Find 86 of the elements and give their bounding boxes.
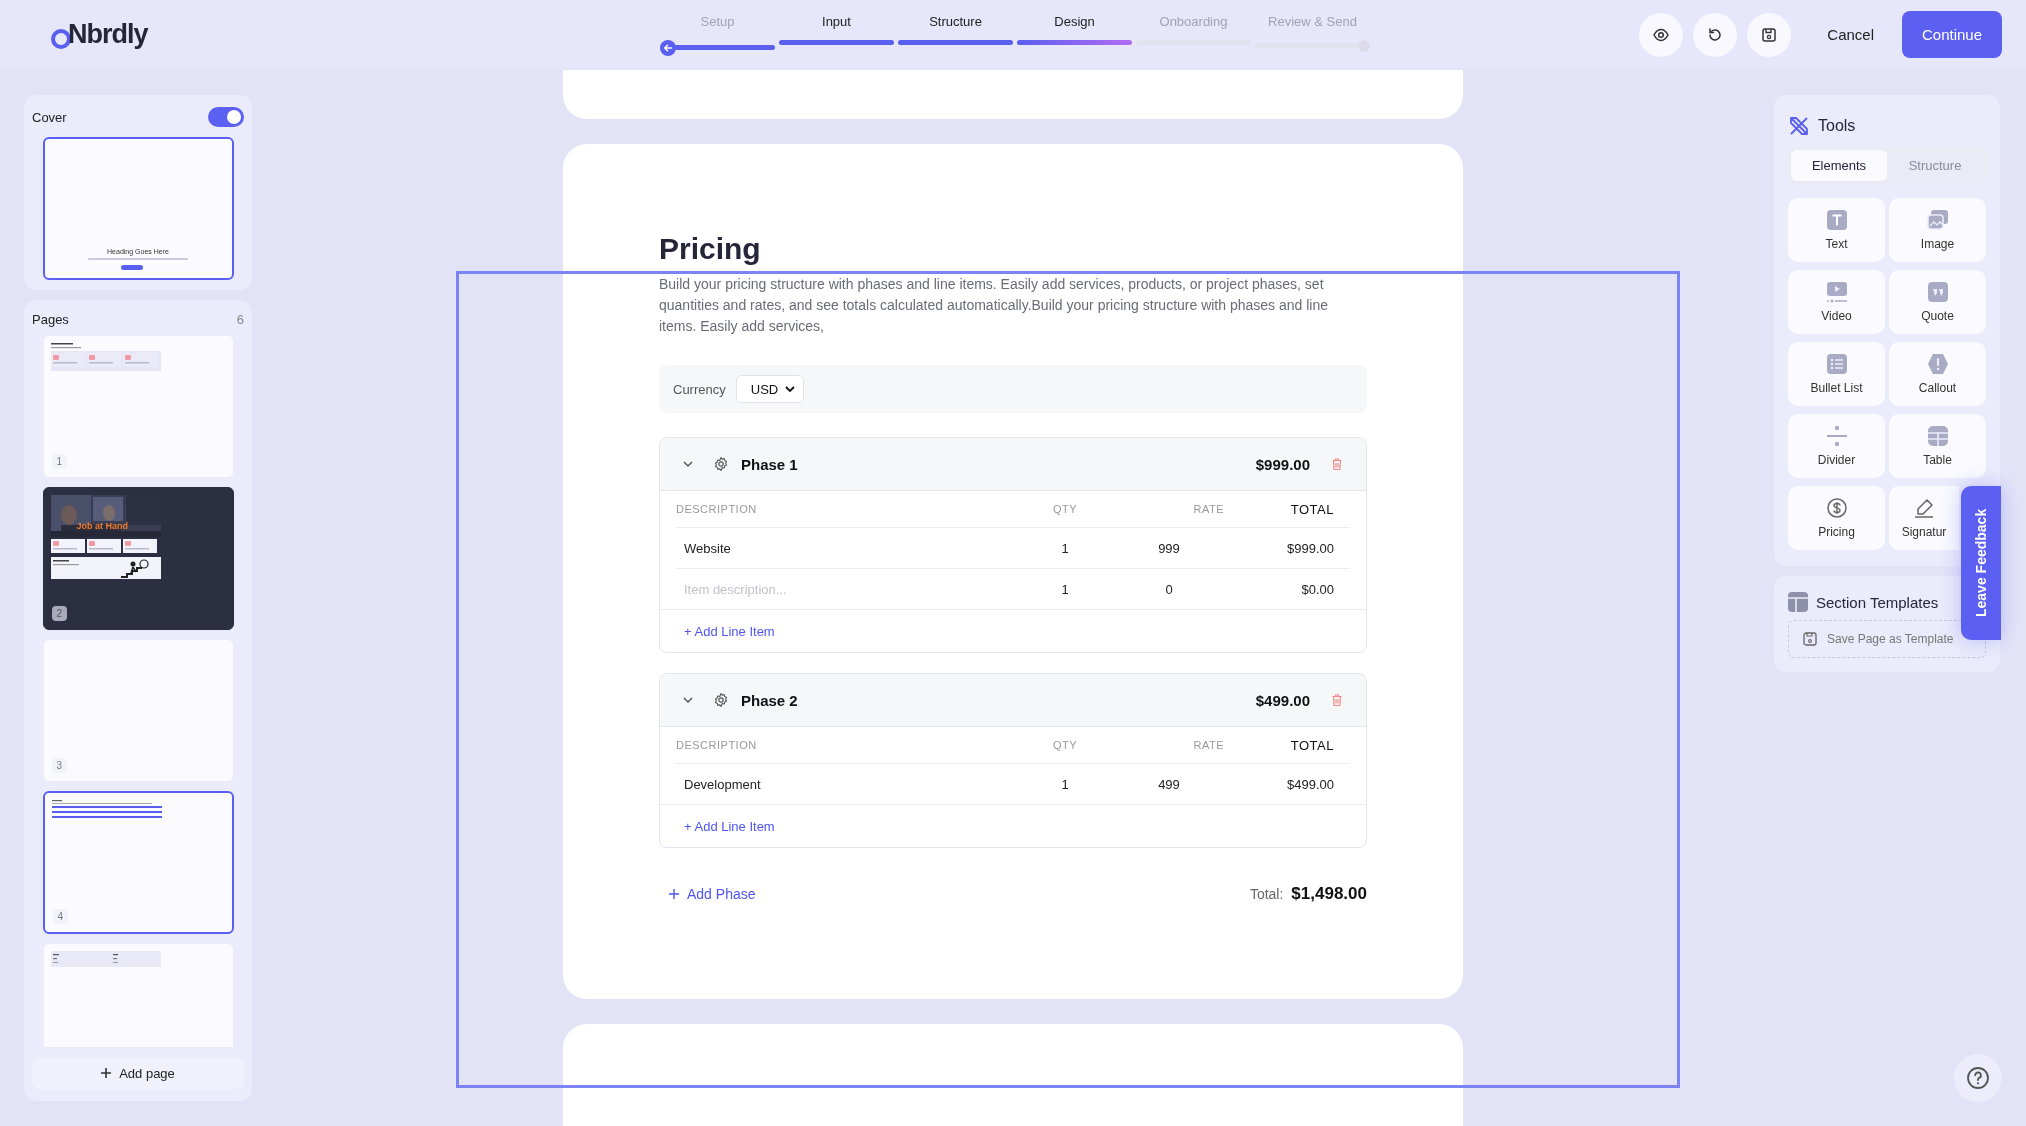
element-tile[interactable]: Callout [1889,342,1986,406]
table-icon [1926,425,1949,447]
tab[interactable]: Elements [1791,150,1887,181]
page-thumbnail[interactable]: 4 [42,791,234,934]
element-tile[interactable]: Text [1788,198,1885,262]
element-tile[interactable]: Signatur [1889,486,1959,550]
pen-icon [1913,497,1935,519]
step-label[interactable]: Design [1054,13,1095,29]
plus-icon [101,1068,112,1078]
cancel-button[interactable]: Cancel [1809,14,1892,55]
table-cell[interactable]: 0 [1114,581,1224,597]
phase-name[interactable]: Phase 1 [741,455,798,473]
settings-icon[interactable] [713,456,729,472]
image-icon [1926,209,1949,231]
layout-icon [1788,592,1808,612]
page-thumbnail[interactable] [42,943,234,1047]
page-thumbnail[interactable]: Job at Hand 2 [42,487,234,630]
column-header: RATE [1192,739,1224,751]
element-tile[interactable]: Pricing [1788,486,1885,550]
help-button[interactable] [1954,1054,2002,1102]
table-cell-text: $999.00 [1286,540,1334,556]
table-cell[interactable]: 499 [1114,776,1224,792]
column-header: DESCRIPTION [676,503,758,515]
phase-total: $999.00 [1255,455,1310,473]
thumbnail-heading: Job at Hand [76,521,128,531]
page-number: 3 [51,758,68,773]
page-thumbnail[interactable]: 1 [42,335,234,478]
divider-icon [1825,425,1848,447]
cover-toggle[interactable] [208,107,244,127]
table-cell[interactable]: 1 [1016,581,1114,597]
list-icon [1825,353,1848,375]
phase-total: $499.00 [1255,691,1310,709]
continue-button[interactable]: Continue [1902,11,2002,58]
page-title: Pricing [659,232,762,266]
currency-dropdown[interactable]: USD [735,375,804,403]
column-header: TOTAL [1289,737,1334,753]
table-cell-text: $499.00 [1286,776,1334,792]
cover-label: Cover [32,109,67,125]
coin-icon [1825,497,1848,519]
add-line-item-link[interactable]: + Add Line Item [684,818,775,834]
element-tile[interactable]: Video [1788,270,1885,334]
table-cell[interactable]: 999 [1114,540,1224,556]
logo: Nbrdly [68,19,148,50]
page-number: 4 [52,909,69,924]
table-cell[interactable]: 1 [1016,776,1114,792]
column-header: QTY [1051,503,1079,515]
element-tile[interactable]: Image [1889,198,1986,262]
page-number: 1 [51,454,68,469]
column-header: DESCRIPTION [676,739,758,751]
text-icon [1825,209,1848,231]
step-label[interactable]: Structure [929,13,982,29]
element-tile[interactable]: Divider [1788,414,1885,478]
currency-label: Currency [673,381,726,397]
table-cell[interactable]: Development [676,776,1016,792]
pages-label: Pages [32,312,69,327]
chevron-down-icon [784,386,795,392]
add-page-button[interactable]: Add page [32,1057,244,1089]
table-cell[interactable]: Website [676,540,1016,556]
settings-icon[interactable] [713,692,729,708]
phase-name[interactable]: Phase 2 [741,691,798,709]
total-amount: $1,498.00 [1291,884,1367,904]
table-cell[interactable]: 1 [1016,540,1114,556]
plus-icon [669,889,679,899]
element-tile[interactable]: Quote [1889,270,1986,334]
quote-icon [1926,281,1949,303]
alert-icon [1926,353,1949,375]
add-line-item-link[interactable]: + Add Line Item [684,623,775,639]
feedback-tab[interactable]: Leave Feedback [1961,486,2001,640]
page-number: 2 [51,606,68,621]
element-tile[interactable]: Bullet List [1788,342,1885,406]
column-header: RATE [1192,503,1224,515]
add-phase-button[interactable]: Add Phase [669,886,756,902]
step-label[interactable]: Input [822,13,851,29]
help-icon [1966,1066,1990,1090]
panel-title: Tools [1818,117,1856,135]
column-header: TOTAL [1289,501,1334,517]
column-header: QTY [1051,739,1079,751]
element-tile[interactable]: Table [1889,414,1986,478]
table-cell-text: $0.00 [1300,581,1334,597]
page-description: Build your pricing structure with phases and line items. Easily add services, products, or project phases, set quantities and rates, and see totals calculated automatically.Build your pricing structure with phases and line items. Easily add services, [659,275,1329,336]
page-thumbnail[interactable]: 3 [42,639,234,782]
pen-ruler-icon [1788,115,1810,137]
panel-title: Section Templates [1816,593,1939,611]
total-label: Total: [1249,886,1284,902]
page-count: 6 [236,312,244,327]
video-icon [1825,281,1848,303]
